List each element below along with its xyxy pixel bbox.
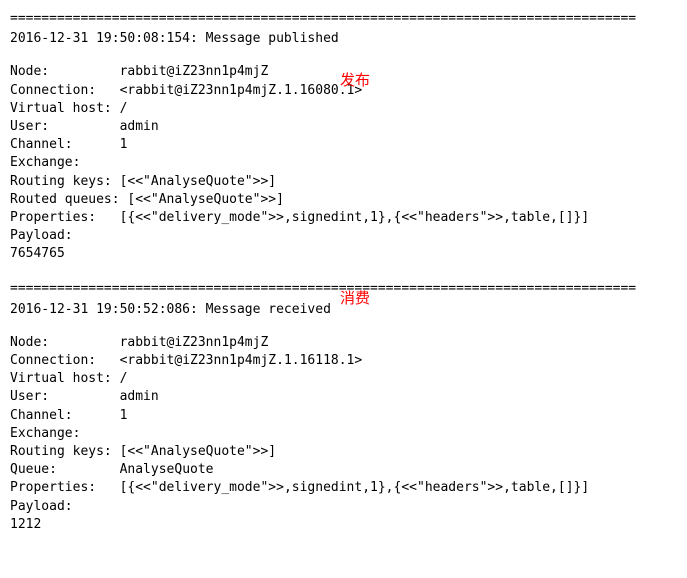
row-routing-keys: Routing keys: [<<"AnalyseQuote">>] (10, 173, 677, 191)
row-channel: Channel: 1 (10, 407, 677, 425)
exchange-label: Exchange: (10, 426, 120, 441)
connection-value: <rabbit@iZ23nn1p4mjZ.1.16080.1> (120, 83, 363, 98)
vhost-label: Virtual host: (10, 371, 120, 386)
vhost-value: / (120, 371, 128, 386)
blank-line (10, 50, 677, 63)
vhost-value: / (120, 101, 128, 116)
properties-label: Properties: (10, 480, 120, 495)
properties-value: [{<<"delivery_mode">>,signedint,1},{<<"h… (120, 480, 590, 495)
node-label: Node: (10, 335, 120, 350)
routingkeys-value: [<<"AnalyseQuote">>] (120, 174, 277, 189)
queue-value: AnalyseQuote (120, 462, 214, 477)
row-exchange: Exchange: (10, 425, 677, 443)
blank-line (10, 267, 677, 280)
row-queue: Queue: AnalyseQuote (10, 461, 677, 479)
row-vhost: Virtual host: / (10, 370, 677, 388)
separator-top-1: ========================================… (10, 10, 677, 28)
exchange-label: Exchange: (10, 155, 120, 170)
properties-label: Properties: (10, 210, 120, 225)
node-label: Node: (10, 64, 120, 79)
routedqueues-value: [<<"AnalyseQuote">>] (127, 192, 284, 207)
blank-line (10, 321, 677, 334)
row-routing-keys: Routing keys: [<<"AnalyseQuote">>] (10, 443, 677, 461)
connection-label: Connection: (10, 83, 120, 98)
user-label: User: (10, 119, 120, 134)
annotation-publish: 发布 (340, 70, 370, 91)
user-label: User: (10, 389, 120, 404)
routingkeys-label: Routing keys: (10, 174, 120, 189)
connection-label: Connection: (10, 353, 120, 368)
channel-label: Channel: (10, 408, 120, 423)
row-properties: Properties: [{<<"delivery_mode">>,signed… (10, 209, 677, 227)
row-payload-label: Payload: (10, 227, 677, 245)
properties-value: [{<<"delivery_mode">>,signedint,1},{<<"h… (120, 210, 590, 225)
vhost-label: Virtual host: (10, 101, 120, 116)
row-properties: Properties: [{<<"delivery_mode">>,signed… (10, 479, 677, 497)
row-routed-queues: Routed queues: [<<"AnalyseQuote">>] (10, 191, 677, 209)
row-payload-value: 1212 (10, 516, 677, 534)
user-value: admin (120, 119, 159, 134)
node-value: rabbit@iZ23nn1p4mjZ (120, 335, 269, 350)
row-exchange: Exchange: (10, 154, 677, 172)
routingkeys-value: [<<"AnalyseQuote">>] (120, 444, 277, 459)
annotation-consume: 消费 (340, 288, 370, 309)
channel-value: 1 (120, 137, 128, 152)
channel-value: 1 (120, 408, 128, 423)
routedqueues-label: Routed queues: (10, 192, 127, 207)
node-value: rabbit@iZ23nn1p4mjZ (120, 64, 269, 79)
published-header: 2016-12-31 19:50:08:154: Message publish… (10, 30, 677, 48)
channel-label: Channel: (10, 137, 120, 152)
row-channel: Channel: 1 (10, 136, 677, 154)
row-payload-label: Payload: (10, 498, 677, 516)
queue-label: Queue: (10, 462, 120, 477)
row-user: User: admin (10, 118, 677, 136)
row-vhost: Virtual host: / (10, 100, 677, 118)
published-section: ========================================… (10, 10, 677, 263)
user-value: admin (120, 389, 159, 404)
row-payload-value: 7654765 (10, 245, 677, 263)
row-connection: Connection: <rabbit@iZ23nn1p4mjZ.1.16118… (10, 352, 677, 370)
row-user: User: admin (10, 388, 677, 406)
row-node: Node: rabbit@iZ23nn1p4mjZ (10, 334, 677, 352)
connection-value: <rabbit@iZ23nn1p4mjZ.1.16118.1> (120, 353, 363, 368)
received-section: ========================================… (10, 280, 677, 533)
routingkeys-label: Routing keys: (10, 444, 120, 459)
